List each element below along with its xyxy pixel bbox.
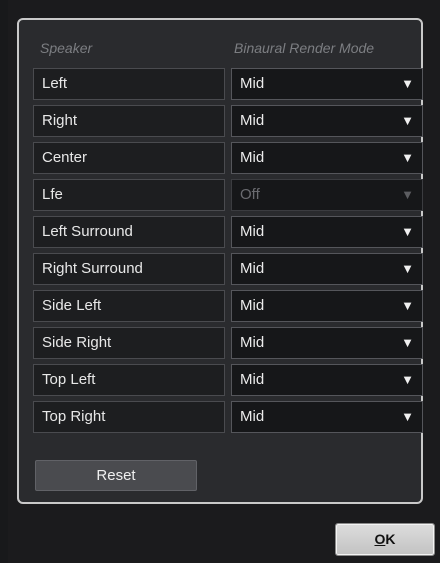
render-mode-value: Mid [240, 223, 265, 240]
speaker-name: Right Surround [33, 253, 225, 285]
triangle-down-icon: ▼ [401, 372, 414, 387]
speaker-list: Left Mid ▼ Right Mid ▼ Center Mid ▼ Lfe … [33, 68, 423, 438]
speaker-name: Top Right [33, 401, 225, 433]
speaker-row: Right Mid ▼ [33, 105, 423, 137]
triangle-down-icon: ▼ [401, 409, 414, 424]
speaker-name: Center [33, 142, 225, 174]
render-mode-dropdown[interactable]: Mid ▼ [231, 401, 423, 433]
speaker-row: Side Right Mid ▼ [33, 327, 423, 359]
render-mode-dropdown[interactable]: Mid ▼ [231, 105, 423, 137]
triangle-down-icon: ▼ [401, 187, 414, 202]
render-mode-dropdown[interactable]: Mid ▼ [231, 327, 423, 359]
reset-button[interactable]: Reset [35, 460, 197, 491]
render-mode-value: Mid [240, 75, 265, 92]
speaker-row: Top Right Mid ▼ [33, 401, 423, 433]
render-mode-value: Mid [240, 149, 265, 166]
render-mode-dropdown-disabled: Off ▼ [231, 179, 423, 211]
speaker-column-header: Speaker [40, 40, 93, 56]
ok-label-rest: K [385, 531, 396, 547]
triangle-down-icon: ▼ [401, 113, 414, 128]
render-mode-dropdown[interactable]: Mid ▼ [231, 364, 423, 396]
triangle-down-icon: ▼ [401, 261, 414, 276]
speaker-name: Side Right [33, 327, 225, 359]
speaker-row: Left Surround Mid ▼ [33, 216, 423, 248]
speaker-row: Center Mid ▼ [33, 142, 423, 174]
speaker-render-mode-panel: Speaker Binaural Render Mode Left Mid ▼ … [17, 18, 423, 504]
speaker-row: Lfe Off ▼ [33, 179, 423, 211]
triangle-down-icon: ▼ [401, 335, 414, 350]
speaker-row: Top Left Mid ▼ [33, 364, 423, 396]
speaker-name: Top Left [33, 364, 225, 396]
speaker-name: Left [33, 68, 225, 100]
render-mode-dropdown[interactable]: Mid ▼ [231, 68, 423, 100]
speaker-row: Side Left Mid ▼ [33, 290, 423, 322]
render-mode-dropdown[interactable]: Mid ▼ [231, 216, 423, 248]
table-header: Speaker Binaural Render Mode [19, 40, 421, 60]
triangle-down-icon: ▼ [401, 298, 414, 313]
speaker-name: Lfe [33, 179, 225, 211]
render-mode-column-header: Binaural Render Mode [234, 40, 375, 56]
speaker-name: Left Surround [33, 216, 225, 248]
speaker-row: Right Surround Mid ▼ [33, 253, 423, 285]
triangle-down-icon: ▼ [401, 150, 414, 165]
window-edge [0, 0, 8, 563]
ok-button[interactable]: OK [335, 523, 435, 556]
speaker-row: Left Mid ▼ [33, 68, 423, 100]
render-mode-dropdown[interactable]: Mid ▼ [231, 253, 423, 285]
triangle-down-icon: ▼ [401, 224, 414, 239]
speaker-name: Side Left [33, 290, 225, 322]
render-mode-value: Mid [240, 112, 265, 129]
speaker-name: Right [33, 105, 225, 137]
render-mode-value: Mid [240, 371, 265, 388]
render-mode-dropdown[interactable]: Mid ▼ [231, 290, 423, 322]
render-mode-value: Mid [240, 408, 265, 425]
render-mode-value: Mid [240, 334, 265, 351]
render-mode-value: Mid [240, 260, 265, 277]
render-mode-dropdown[interactable]: Mid ▼ [231, 142, 423, 174]
render-mode-value: Off [240, 186, 260, 203]
render-mode-value: Mid [240, 297, 265, 314]
triangle-down-icon: ▼ [401, 76, 414, 91]
ok-mnemonic: O [374, 531, 386, 547]
